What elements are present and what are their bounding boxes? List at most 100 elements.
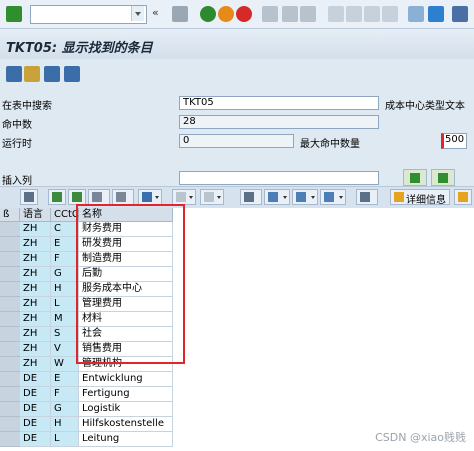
table-cell-type[interactable]: C xyxy=(51,222,79,237)
table-cell-type[interactable]: L xyxy=(51,297,79,312)
views-button[interactable] xyxy=(264,189,290,205)
row-selector[interactable] xyxy=(0,432,20,447)
cancel-icon[interactable] xyxy=(236,6,252,22)
table-cell-name[interactable]: Entwicklung xyxy=(79,372,173,387)
table-cell-type[interactable]: H xyxy=(51,417,79,432)
sum-button[interactable] xyxy=(172,189,196,205)
table-cell-lang[interactable]: DE xyxy=(20,402,51,417)
table-cell-lang[interactable]: ZH xyxy=(20,267,51,282)
table-cell-name[interactable]: Leitung xyxy=(79,432,173,447)
row-selector[interactable] xyxy=(0,342,20,357)
table-cell-name[interactable]: Hilfskostenstelle xyxy=(79,417,173,432)
last-page-icon[interactable] xyxy=(382,6,398,22)
table-cell-lang[interactable]: ZH xyxy=(20,342,51,357)
save-icon[interactable] xyxy=(172,6,188,22)
subtotal-button[interactable] xyxy=(200,189,224,205)
row-selector[interactable] xyxy=(0,357,20,372)
table-cell-lang[interactable]: ZH xyxy=(20,222,51,237)
table-cell-lang[interactable]: DE xyxy=(20,432,51,447)
table-cell-lang[interactable]: ZH xyxy=(20,252,51,267)
table-cell-type[interactable]: F xyxy=(51,252,79,267)
print-preview-button[interactable] xyxy=(240,189,262,205)
table-cell-type[interactable]: S xyxy=(51,327,79,342)
row-selector[interactable] xyxy=(0,282,20,297)
search-table-field[interactable]: TKT05 xyxy=(179,96,379,110)
max-hits-field[interactable]: 500 xyxy=(441,133,467,149)
filter-button[interactable] xyxy=(138,189,162,205)
table-cell-type[interactable]: L xyxy=(51,432,79,447)
table-cell-type[interactable]: E xyxy=(51,372,79,387)
table-cell-lang[interactable]: DE xyxy=(20,372,51,387)
exit-icon[interactable] xyxy=(218,6,234,22)
table-cell-type[interactable]: V xyxy=(51,342,79,357)
table-cell-type[interactable]: G xyxy=(51,402,79,417)
sort-desc-button[interactable] xyxy=(68,189,86,205)
selection-icon[interactable] xyxy=(24,66,40,82)
new-session-icon[interactable] xyxy=(408,6,424,22)
remove-column-button[interactable] xyxy=(431,169,455,186)
table-cell-type[interactable]: G xyxy=(51,267,79,282)
table-cell-type[interactable]: H xyxy=(51,282,79,297)
table-icon[interactable] xyxy=(44,66,60,82)
sort-ascending-icon xyxy=(52,192,62,202)
row-selector[interactable] xyxy=(0,327,20,342)
table-cell-lang[interactable]: DE xyxy=(20,387,51,402)
table-cell-lang[interactable]: ZH xyxy=(20,297,51,312)
detail-info-button[interactable]: 详细信息 xyxy=(390,189,450,206)
table-cell-type[interactable]: F xyxy=(51,387,79,402)
column-header-language[interactable]: 语言 xyxy=(20,208,51,222)
find-button[interactable] xyxy=(88,189,110,205)
row-selector[interactable] xyxy=(0,372,20,387)
first-page-icon[interactable] xyxy=(328,6,344,22)
select-all-header[interactable]: ß xyxy=(0,208,20,222)
table-cell-type[interactable]: M xyxy=(51,312,79,327)
table-cell-lang[interactable]: ZH xyxy=(20,327,51,342)
table-cell-lang[interactable]: ZH xyxy=(20,282,51,297)
hits-field: 28 xyxy=(179,115,379,129)
sort-asc-button[interactable] xyxy=(48,189,66,205)
help-icon[interactable] xyxy=(452,6,468,22)
next-page-icon[interactable] xyxy=(364,6,380,22)
print-icon[interactable] xyxy=(262,6,278,22)
refresh-icon[interactable] xyxy=(6,66,22,82)
find-next-icon[interactable] xyxy=(300,6,316,22)
row-selector[interactable] xyxy=(0,402,20,417)
export-button[interactable] xyxy=(292,189,318,205)
row-selector[interactable] xyxy=(0,267,20,282)
row-selector[interactable] xyxy=(0,252,20,267)
table-cell-lang[interactable]: ZH xyxy=(20,237,51,252)
chevron-left-icon[interactable]: « xyxy=(152,6,160,22)
previous-page-icon[interactable] xyxy=(346,6,362,22)
row-selector[interactable] xyxy=(0,222,20,237)
row-selector[interactable] xyxy=(0,417,20,432)
back-icon[interactable] xyxy=(200,6,216,22)
layout-icon[interactable] xyxy=(64,66,80,82)
table-cell-name[interactable]: Logistik xyxy=(79,402,173,417)
table-cell-lang[interactable]: DE xyxy=(20,417,51,432)
details-button[interactable] xyxy=(20,189,38,205)
table-cell-lang[interactable]: ZH xyxy=(20,312,51,327)
more-button[interactable] xyxy=(454,189,472,205)
enter-icon[interactable] xyxy=(6,6,22,22)
insert-column-icon xyxy=(410,173,420,183)
shortcut-icon[interactable] xyxy=(428,6,444,22)
insert-column-field[interactable] xyxy=(179,171,379,185)
table-cell-type[interactable]: W xyxy=(51,357,79,372)
row-selector[interactable] xyxy=(0,237,20,252)
chevron-down-icon xyxy=(155,196,159,199)
table-cell-name[interactable]: Fertigung xyxy=(79,387,173,402)
table-cell-type[interactable]: E xyxy=(51,237,79,252)
command-dropdown-icon[interactable] xyxy=(131,6,144,21)
row-selector[interactable] xyxy=(0,297,20,312)
chevron-down-icon xyxy=(217,196,221,199)
row-selector[interactable] xyxy=(0,387,20,402)
column-header-type[interactable]: CCtC xyxy=(51,208,79,222)
insert-column-button[interactable] xyxy=(403,169,427,186)
row-selector[interactable] xyxy=(0,312,20,327)
find-icon[interactable] xyxy=(282,6,298,22)
find-next-button[interactable] xyxy=(112,189,134,205)
command-field[interactable] xyxy=(30,5,147,24)
layout-button[interactable] xyxy=(320,189,346,205)
graphic-button[interactable] xyxy=(356,189,378,205)
table-cell-lang[interactable]: ZH xyxy=(20,357,51,372)
